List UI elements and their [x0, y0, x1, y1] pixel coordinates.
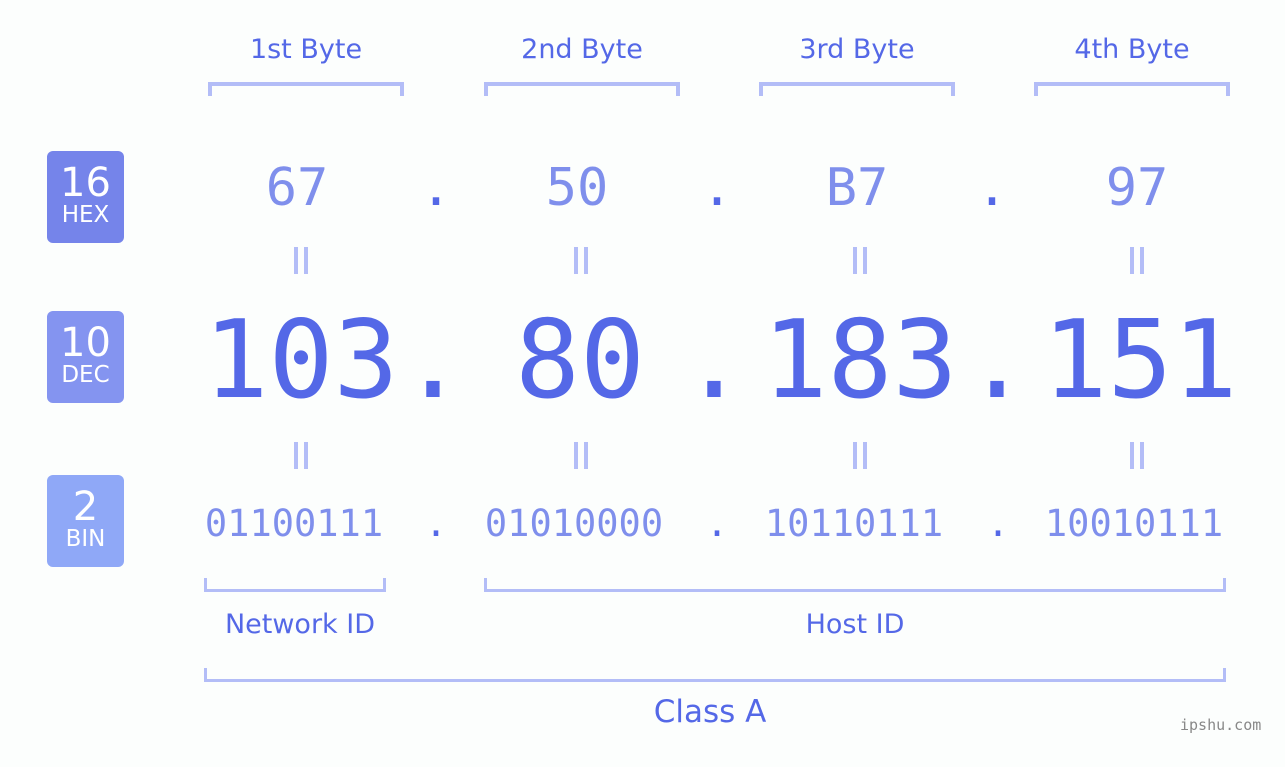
dec-badge-name: DEC — [61, 362, 110, 388]
bin-dot-1: . — [424, 502, 448, 545]
equals-icon — [286, 442, 316, 472]
bin-value-2: 01010000 — [484, 502, 664, 545]
network-id-label: Network ID — [224, 609, 376, 640]
equals-icon — [1122, 247, 1152, 277]
dec-value-4: 151 — [1042, 298, 1238, 423]
bin-badge: 2 BIN — [47, 475, 124, 567]
equals-icon — [286, 247, 316, 277]
equals-icon — [845, 442, 875, 472]
hex-badge-name: HEX — [61, 202, 110, 228]
bin-badge-number: 2 — [72, 484, 99, 530]
host-id-label: Host ID — [805, 609, 905, 640]
dec-badge: 10 DEC — [47, 311, 124, 403]
hex-dot-1: . — [420, 158, 452, 218]
byte-label-2: 2nd Byte — [521, 34, 643, 65]
equals-icon — [845, 247, 875, 277]
bin-value-4: 10010111 — [1044, 502, 1224, 545]
byte-label-4: 4th Byte — [1074, 34, 1190, 65]
hex-value-2: 50 — [545, 158, 609, 218]
byte-label-3: 3rd Byte — [799, 34, 915, 65]
equals-icon — [566, 247, 596, 277]
hex-badge-number: 16 — [60, 160, 111, 206]
bin-badge-name: BIN — [65, 526, 106, 552]
bin-dot-2: . — [705, 502, 729, 545]
byte-label-1: 1st Byte — [249, 34, 363, 65]
dec-badge-number: 10 — [60, 320, 111, 366]
class-bracket — [204, 668, 1226, 682]
hex-badge: 16 HEX — [47, 151, 124, 243]
class-label: Class A — [653, 694, 767, 730]
bin-dot-3: . — [986, 502, 1010, 545]
network-id-bracket — [204, 578, 386, 592]
byte-bracket-3 — [759, 82, 955, 96]
bin-value-1: 01100111 — [204, 502, 384, 545]
dec-value-1: 103 — [203, 298, 399, 423]
dec-value-2: 80 — [514, 298, 646, 423]
watermark: ipshu.com — [1180, 716, 1262, 734]
byte-bracket-1 — [208, 82, 404, 96]
dec-value-3: 183 — [762, 298, 958, 423]
hex-dot-3: . — [976, 158, 1008, 218]
byte-bracket-2 — [484, 82, 680, 96]
hex-value-1: 67 — [265, 158, 329, 218]
bin-value-3: 10110111 — [764, 502, 944, 545]
hex-dot-2: . — [701, 158, 733, 218]
byte-bracket-4 — [1034, 82, 1230, 96]
hex-value-3: B7 — [825, 158, 889, 218]
hex-value-4: 97 — [1105, 158, 1169, 218]
equals-icon — [1122, 442, 1152, 472]
equals-icon — [566, 442, 596, 472]
host-id-bracket — [484, 578, 1226, 592]
